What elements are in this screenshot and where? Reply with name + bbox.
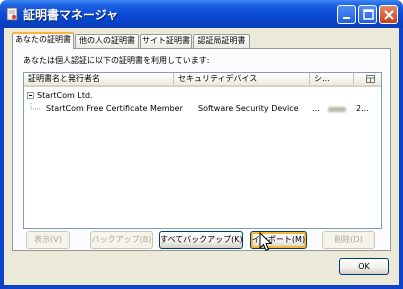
redacted-serial — [328, 107, 346, 112]
certificate-serial: ... — [312, 104, 320, 113]
window-title: 証明書マネージャ — [23, 8, 119, 22]
maximize-icon — [363, 9, 374, 20]
title-bar[interactable]: 証明書マネージャ — [0, 0, 403, 28]
column-header-serial[interactable]: シ... — [310, 73, 354, 85]
mouse-pointer-icon — [259, 232, 273, 252]
certificate-row[interactable]: StartCom Free Certificate Member Softwar… — [24, 103, 381, 115]
maximize-button[interactable] — [358, 5, 377, 24]
tab-ca-certificates[interactable]: 認証局証明書 — [193, 34, 250, 48]
delete-button[interactable]: 削除(D) — [322, 231, 375, 249]
close-icon — [384, 10, 394, 20]
certificate-device: Software Security Device — [198, 104, 299, 113]
app-icon — [6, 7, 18, 21]
tab-others-certificates[interactable]: 他の人の証明書 — [75, 34, 139, 48]
certificate-manager-window: 証明書マネージャ あなたの証明書 他の人の証明書 サイト証明書 認証局証明書 あ… — [0, 0, 403, 289]
collapse-toggle-icon[interactable] — [27, 92, 34, 99]
tab-panel: あなたは個人認証に以下の証明書を利用しています: 証明書名と発行者名 セキュリテ… — [12, 48, 391, 251]
certificate-expires: 2... — [356, 104, 369, 113]
column-picker-icon[interactable] — [366, 75, 375, 83]
dialog-client-area: あなたの証明書 他の人の証明書 サイト証明書 認証局証明書 あなたは個人認証に以… — [4, 28, 399, 285]
list-header: 証明書名と発行者名 セキュリティデバイス シ... — [24, 73, 381, 87]
ok-button[interactable]: OK — [339, 258, 389, 275]
group-name: StartCom Ltd. — [37, 91, 93, 100]
minimize-icon — [343, 17, 350, 19]
description-text: あなたは個人認証に以下の証明書を利用しています: — [23, 56, 210, 65]
minimize-button[interactable] — [337, 5, 356, 24]
backup-all-button[interactable]: すべてバックアップ(K) — [159, 231, 243, 249]
list-group-row[interactable]: StartCom Ltd. — [24, 90, 381, 102]
close-button[interactable] — [379, 5, 398, 24]
tab-your-certificates[interactable]: あなたの証明書 — [12, 32, 74, 49]
tab-site-certificates[interactable]: サイト証明書 — [140, 34, 192, 48]
column-header-device[interactable]: セキュリティデバイス — [174, 73, 310, 85]
certificate-list[interactable]: 証明書名と発行者名 セキュリティデバイス シ... StartCom Ltd. — [23, 72, 382, 229]
column-header-name[interactable]: 証明書名と発行者名 — [24, 73, 174, 85]
certificate-name: StartCom Free Certificate Member — [46, 104, 183, 113]
tree-branch-icon — [30, 103, 40, 110]
view-button[interactable]: 表示(V) — [26, 231, 70, 249]
column-header-expires[interactable] — [354, 73, 381, 85]
backup-button[interactable]: バックアップ(B) — [90, 231, 153, 249]
